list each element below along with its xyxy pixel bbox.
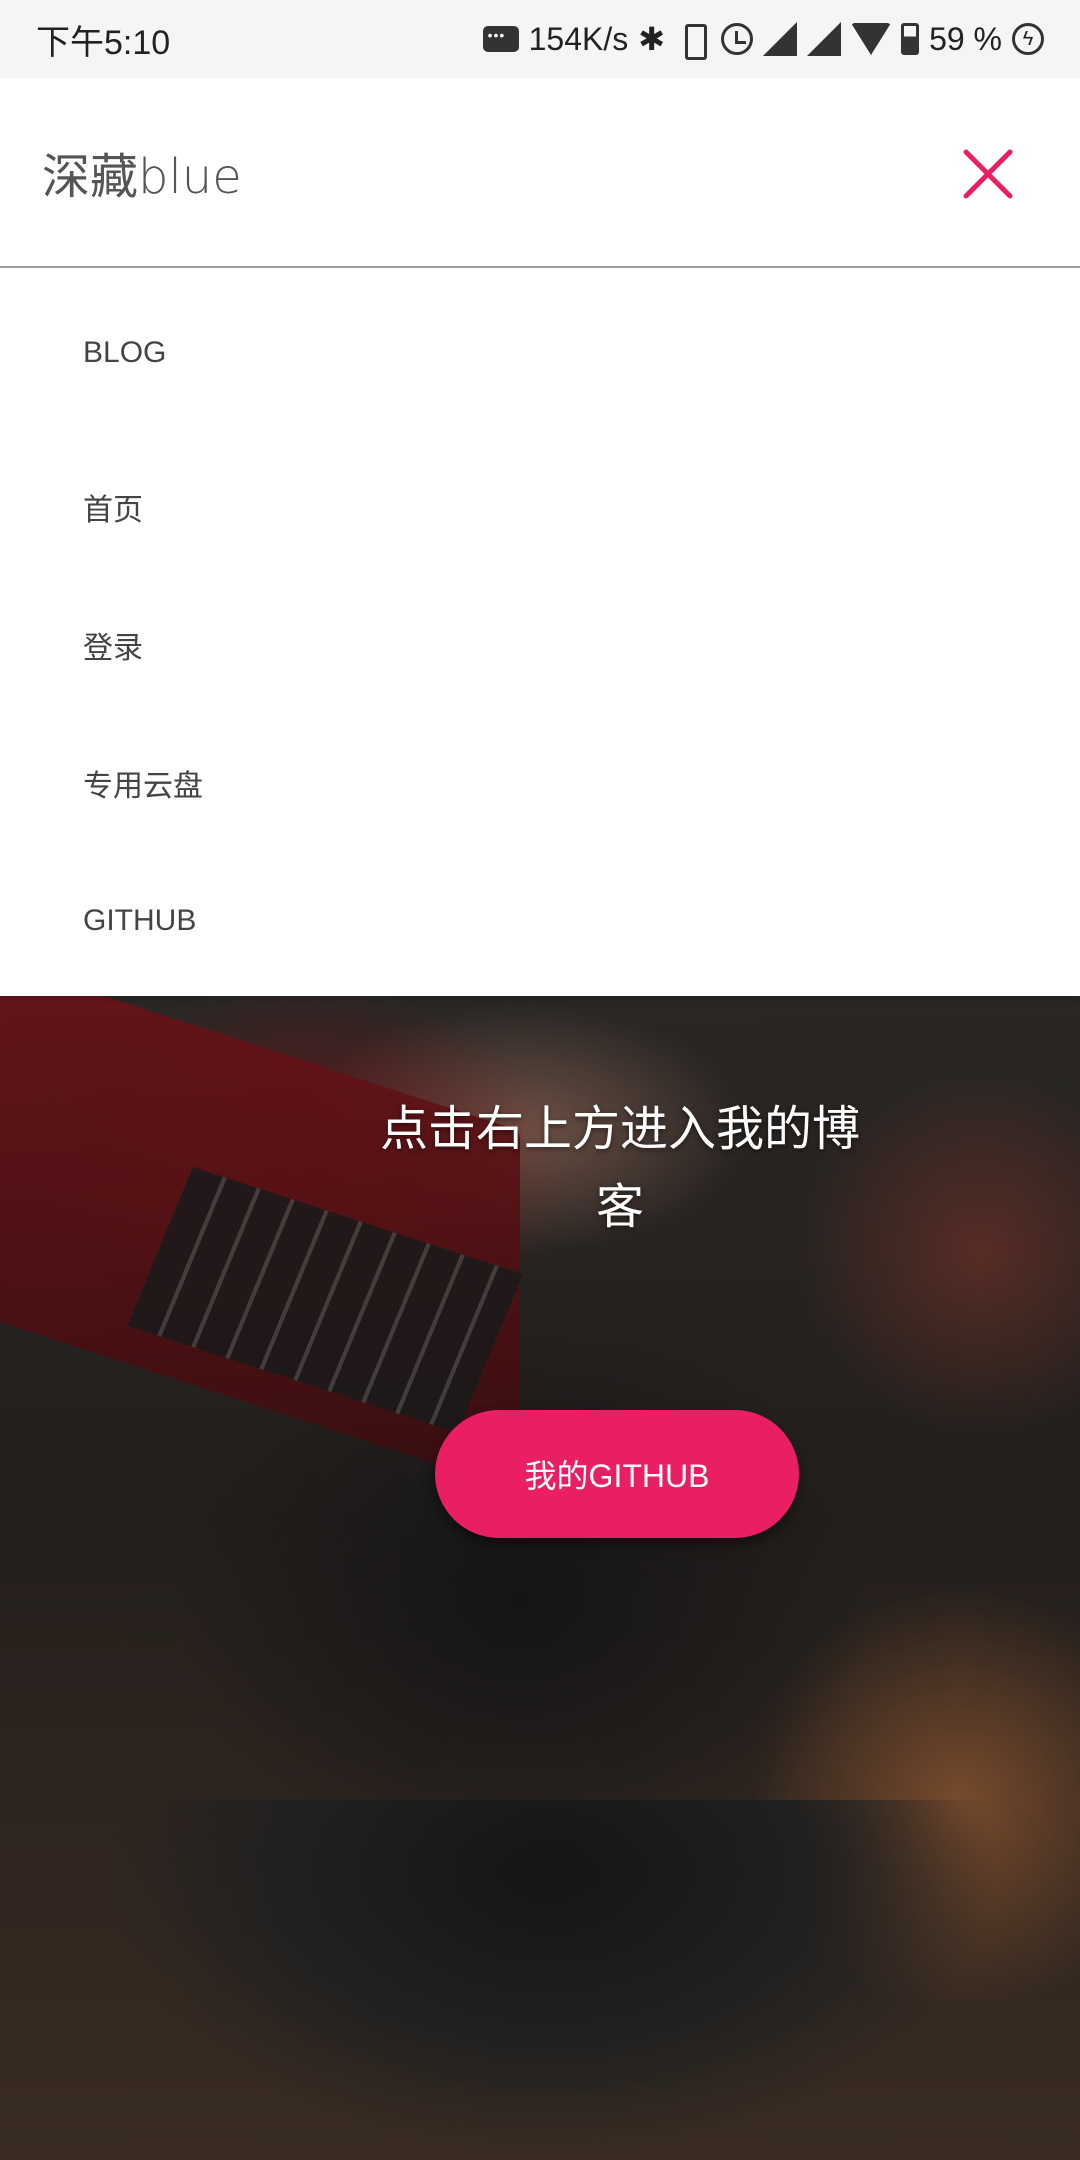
menu-list: BLOG 首页 登录 专用云盘 GITHUB — [0, 268, 1080, 990]
menu-item-home[interactable]: 首页 — [0, 438, 1080, 576]
menu-item-login[interactable]: 登录 — [0, 576, 1080, 714]
network-speed: 154K/s — [528, 20, 629, 57]
wifi-icon — [851, 23, 892, 55]
site-title[interactable]: 深藏blue — [42, 137, 242, 207]
status-bar: 下午5:10 154K/s ✱ HD 59 % ϟ — [0, 0, 1080, 78]
hero-subtitle-line1: 点击右上方进入我的博 — [379, 1101, 860, 1157]
vibrate-icon — [675, 24, 711, 60]
message-icon — [482, 26, 519, 52]
my-github-button[interactable]: 我的GITHUB — [435, 1410, 799, 1538]
close-button[interactable] — [958, 144, 1018, 204]
menu-item-cloud-drive[interactable]: 专用云盘 — [0, 714, 1080, 852]
hero-subtitle: 点击右上方进入我的博 客 — [340, 1090, 900, 1246]
battery-percent: 59 % — [929, 20, 1002, 57]
drawer-header: 深藏blue — [0, 78, 1080, 268]
signal-icon: HD — [763, 22, 798, 56]
status-time: 下午5:10 — [36, 23, 171, 62]
status-icons: 154K/s ✱ HD 59 % ϟ — [482, 20, 1044, 60]
menu-item-github[interactable]: GITHUB — [0, 852, 1080, 990]
navigation-drawer: 深藏blue BLOG 首页 登录 专用云盘 GITHUB — [0, 78, 1080, 996]
close-icon — [963, 149, 1013, 199]
chair-illustration — [100, 1800, 1000, 2160]
battery-icon — [901, 23, 920, 55]
menu-item-blog[interactable]: BLOG — [0, 268, 1080, 438]
charging-icon: ϟ — [1012, 23, 1044, 55]
bluetooth-icon: ✱ — [638, 21, 666, 57]
hero-subtitle-line2: 客 — [595, 1179, 644, 1235]
signal-icon-2 — [807, 22, 842, 56]
alarm-icon — [721, 23, 754, 55]
